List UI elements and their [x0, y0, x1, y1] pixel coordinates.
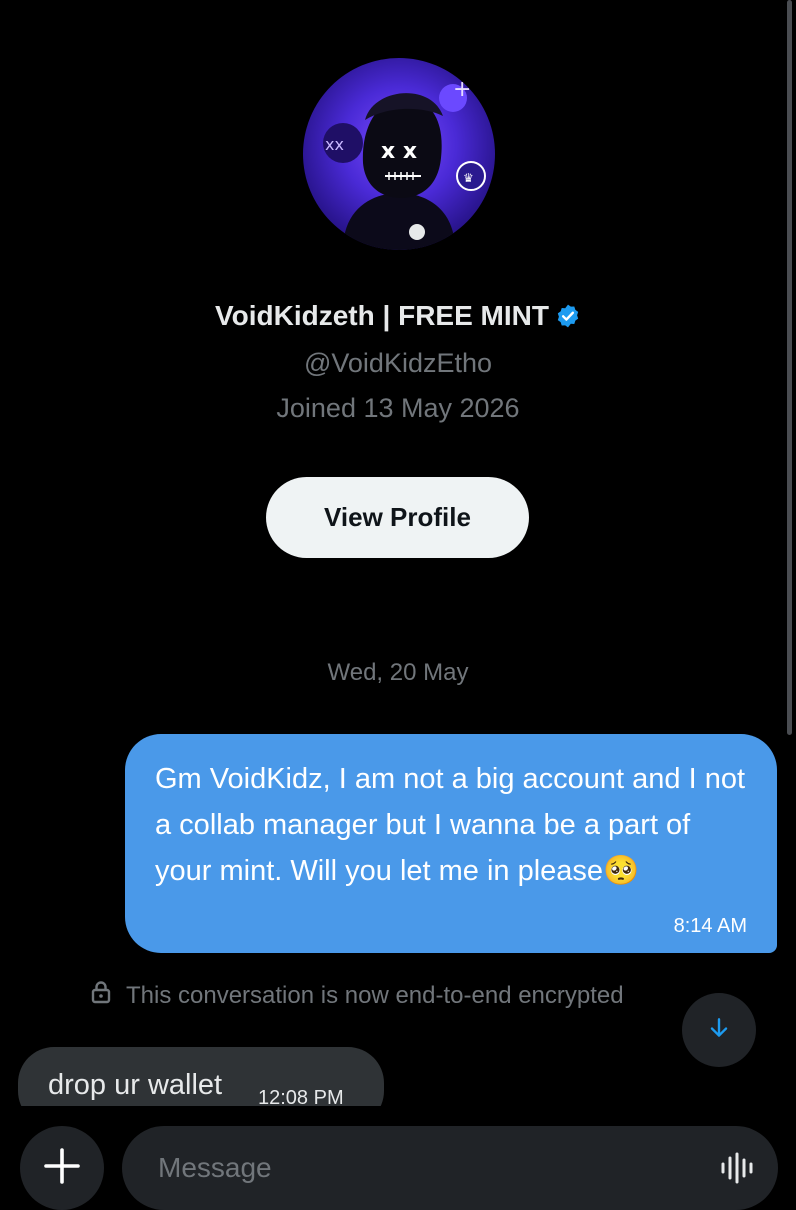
message-composer: [122, 1126, 778, 1210]
profile-name-row: VoidKidzeth | FREE MINT: [0, 300, 796, 336]
svg-text:+: +: [453, 77, 471, 102]
lock-icon: [90, 980, 112, 1011]
message-text: Gm VoidKidz, I am not a big account and …: [155, 763, 746, 887]
voice-wave-icon[interactable]: [720, 1152, 756, 1189]
outgoing-message[interactable]: Gm VoidKidz, I am not a big account and …: [125, 734, 777, 953]
profile-joined-date: Joined 13 May 2026: [276, 393, 520, 423]
view-profile-button[interactable]: View Profile: [266, 477, 529, 558]
svg-text:♛: ♛: [463, 171, 474, 185]
date-separator: Wed, 20 May: [327, 659, 469, 686]
message-input[interactable]: [156, 1151, 680, 1185]
encryption-notice-text: This conversation is now end-to-end encr…: [126, 981, 624, 1009]
message-time: 8:14 AM: [673, 915, 747, 937]
profile-avatar[interactable]: xx + x x ♛: [303, 58, 495, 250]
profile-display-name: VoidKidzeth | FREE MINT: [215, 300, 549, 331]
message-text: drop ur wallet: [48, 1069, 223, 1101]
profile-handle: @VoidKidzEtho: [303, 348, 493, 378]
add-attachment-button[interactable]: [20, 1126, 104, 1210]
plus-icon: [42, 1146, 82, 1191]
encryption-notice: This conversation is now end-to-end encr…: [90, 980, 624, 1011]
arrow-down-icon: [706, 1015, 732, 1046]
svg-text:x x: x x: [381, 139, 417, 164]
scroll-to-bottom-button[interactable]: [682, 993, 756, 1067]
svg-text:xx: xx: [325, 135, 344, 154]
verified-badge-icon: [555, 303, 581, 336]
